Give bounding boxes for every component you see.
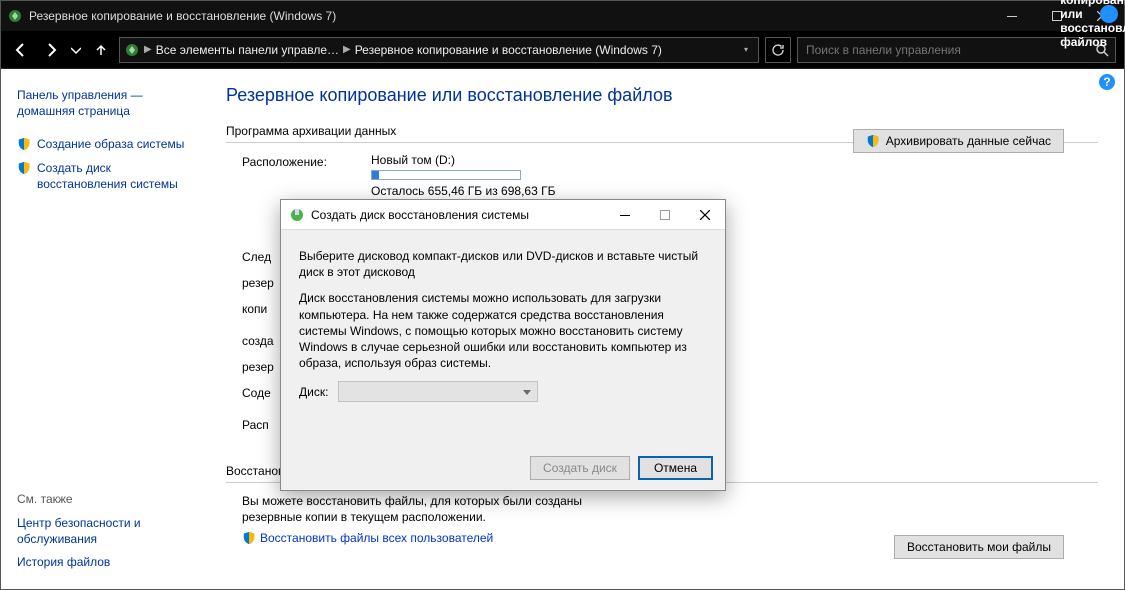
breadcrumb-seg-1[interactable]: Все элементы панели управле…▶ xyxy=(156,43,353,57)
chevron-right-icon: ▶ xyxy=(341,44,353,55)
shield-icon xyxy=(242,531,256,545)
dialog-description: Диск восстановления системы можно исполь… xyxy=(299,290,707,371)
backup-now-label: Архивировать данные сейчас xyxy=(886,134,1051,148)
cancel-label: Отмена xyxy=(654,461,697,475)
svg-text:?: ? xyxy=(1103,75,1110,89)
dialog-minimize-button[interactable] xyxy=(605,201,645,229)
drive-label: Диск: xyxy=(299,385,328,399)
cancel-button[interactable]: Отмена xyxy=(638,456,713,480)
backup-volume-name: Новый том (D:) xyxy=(371,153,555,167)
shield-icon xyxy=(17,161,31,175)
breadcrumb-dropdown[interactable]: ▾ xyxy=(738,45,754,54)
create-disc-label: Создать диск xyxy=(543,461,617,475)
navbar: ▶ Все элементы панели управле…▶ Резервно… xyxy=(1,31,1124,69)
task-label: Создать диск восстановления системы xyxy=(37,161,204,192)
see-also-header: См. также xyxy=(17,492,204,506)
task-create-system-image[interactable]: Создание образа системы xyxy=(17,137,204,153)
shield-icon xyxy=(17,137,31,151)
app-icon xyxy=(7,8,23,24)
dialog-maximize-button[interactable] xyxy=(645,201,685,229)
restore-all-users-label: Восстановить файлы всех пользователей xyxy=(260,531,493,545)
chevron-right-icon: ▶ xyxy=(142,44,154,55)
help-icon[interactable]: Резервное копирование или восстановление… xyxy=(1100,5,1118,23)
page-title: Резервное копирование или восстановление… xyxy=(226,85,1098,106)
location-label: Расположение: xyxy=(242,153,357,169)
breadcrumb-seg-2[interactable]: Резервное копирование и восстановление (… xyxy=(355,43,662,57)
disk-usage-bar xyxy=(371,170,521,180)
task-label: Создание образа системы xyxy=(37,137,184,153)
titlebar: Резервное копирование и восстановление (… xyxy=(1,1,1124,31)
breadcrumb[interactable]: ▶ Все элементы панели управле…▶ Резервно… xyxy=(119,37,759,63)
task-create-recovery-disc[interactable]: Создать диск восстановления системы xyxy=(17,161,204,192)
restore-my-files-label: Восстановить мои файлы xyxy=(907,540,1051,554)
see-also-file-history[interactable]: История файлов xyxy=(17,555,197,571)
free-space-text: Осталось 655,46 ГБ из 698,63 ГБ xyxy=(371,184,555,198)
see-also-security-center[interactable]: Центр безопасности и обслуживания xyxy=(17,516,197,547)
nav-up-button[interactable] xyxy=(89,38,113,62)
help-button[interactable]: ? xyxy=(1098,73,1116,91)
square-icon xyxy=(660,210,670,220)
restore-my-files-button[interactable]: Восстановить мои файлы xyxy=(894,535,1064,559)
breadcrumb-icon xyxy=(124,42,140,58)
drive-select[interactable] xyxy=(338,381,538,402)
nav-recent-button[interactable] xyxy=(69,38,83,62)
refresh-button[interactable] xyxy=(765,37,791,63)
nav-back-button[interactable] xyxy=(9,38,33,62)
sidebar: Панель управления — домашняя страница Со… xyxy=(1,69,216,589)
dialog-icon xyxy=(289,207,305,223)
restore-description: Вы можете восстановить файлы, для которы… xyxy=(242,493,602,525)
create-disc-button[interactable]: Создать диск xyxy=(530,456,630,480)
dialog-close-button[interactable] xyxy=(685,201,725,229)
restore-all-users-link[interactable]: Восстановить файлы всех пользователей xyxy=(242,531,493,545)
window-title: Резервное копирование и восстановление (… xyxy=(29,9,336,23)
shield-icon xyxy=(866,134,880,148)
dialog-instruction: Выберите дисковод компакт-дисков или DVD… xyxy=(299,248,707,280)
control-panel-home-link[interactable]: Панель управления — домашняя страница xyxy=(17,87,197,119)
minimize-button[interactable] xyxy=(989,1,1034,31)
search-input[interactable] xyxy=(804,42,1095,58)
dialog-titlebar[interactable]: Создать диск восстановления системы xyxy=(281,200,725,230)
create-recovery-disc-dialog: Создать диск восстановления системы Выбе… xyxy=(280,199,726,491)
backup-now-button[interactable]: Архивировать данные сейчас xyxy=(853,129,1064,153)
nav-forward-button[interactable] xyxy=(39,38,63,62)
dialog-title: Создать диск восстановления системы xyxy=(311,208,529,222)
